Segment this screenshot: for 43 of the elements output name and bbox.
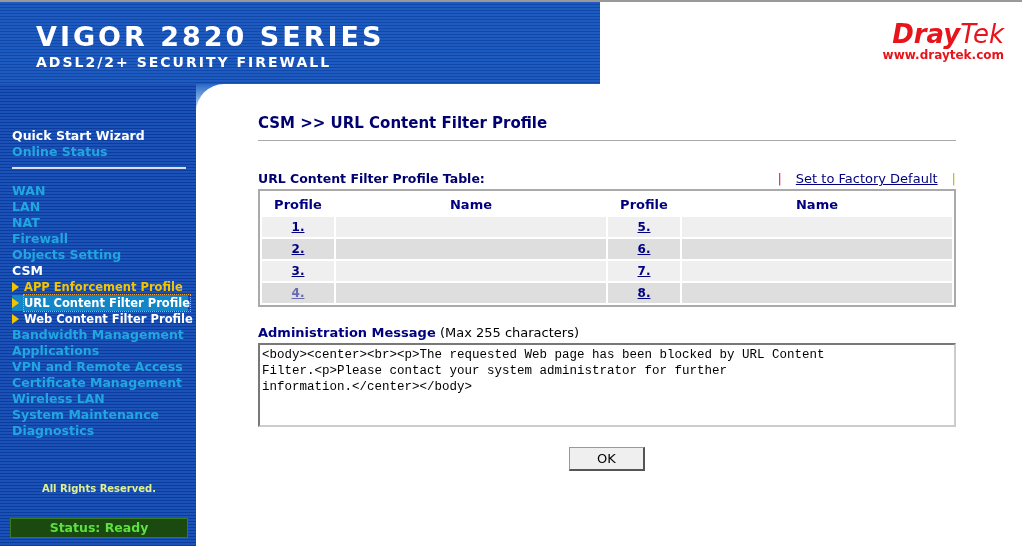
column-header: Name — [449, 195, 493, 214]
profile-link[interactable]: 5. — [637, 220, 651, 234]
profile-link[interactable]: 8. — [637, 286, 651, 300]
column-header: Profile — [619, 195, 669, 214]
separator-text: | — [951, 171, 956, 186]
menu-link[interactable]: Online Status — [12, 144, 108, 160]
profile-link[interactable]: 7. — [637, 264, 651, 278]
menu-link[interactable]: Objects Setting — [12, 247, 122, 263]
submenu-link[interactable]: URL Content Filter Profile — [24, 295, 190, 311]
product-title: VIGOR 2820 SERIES — [36, 22, 385, 52]
menu-link[interactable]: Diagnostics — [12, 423, 95, 439]
profile-link[interactable]: 6. — [637, 242, 651, 256]
copyright-text: All Rights Reserved. — [41, 483, 157, 494]
menu-link[interactable]: WAN — [12, 183, 46, 199]
menu-link[interactable]: VPN and Remote Access — [12, 359, 183, 375]
menu-link[interactable]: System Maintenance — [12, 407, 160, 423]
field-label: Administration Message — [258, 325, 436, 340]
menu-heading[interactable]: CSM — [12, 263, 43, 279]
menu-link[interactable]: Certificate Management — [12, 375, 182, 391]
menu-link[interactable]: Applications — [12, 343, 100, 359]
ok-button[interactable]: OK — [569, 447, 645, 471]
factory-default-link[interactable]: Set to Factory Default — [795, 171, 938, 186]
column-header: Name — [795, 195, 839, 214]
message-field[interactable]: <body><center><br><p>The requested Web page has been blocked by URL Content Filter.<p>Please contact your system administrator for further information.</center></body> — [258, 343, 956, 427]
submenu-link[interactable]: Web Content Filter Profile — [24, 311, 193, 327]
profile-link[interactable]: 1. — [291, 220, 305, 234]
profile-link[interactable]: 2. — [291, 242, 305, 256]
profile-link[interactable]: 4. — [291, 286, 305, 300]
separator-text: | — [777, 171, 782, 186]
page-title: CSM >> URL Content Filter Profile — [258, 114, 548, 132]
menu-heading[interactable]: Quick Start Wizard — [12, 128, 145, 144]
menu-link[interactable]: LAN — [12, 199, 41, 215]
menu-link[interactable]: Firewall — [12, 231, 69, 247]
product-subtitle: ADSL2/2+ SECURITY FIREWALL — [36, 54, 332, 70]
profile-link[interactable]: 3. — [291, 264, 305, 278]
table-title: URL Content Filter Profile Table: — [258, 171, 485, 186]
menu-link[interactable]: Bandwidth Management — [12, 327, 184, 343]
menu-link[interactable]: Wireless LAN — [12, 391, 105, 407]
column-header: Profile — [273, 195, 323, 214]
submenu-link[interactable]: APP Enforcement Profile — [24, 279, 183, 295]
field-hint: (Max 255 characters) — [439, 325, 579, 340]
menu-link[interactable]: NAT — [12, 215, 40, 231]
status-bar: Status: Ready — [10, 518, 188, 538]
